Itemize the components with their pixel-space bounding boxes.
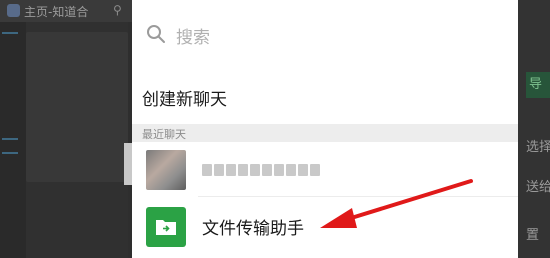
new-chat-label: 创建新聊天 [142,90,227,110]
contact-name: 文件传输助手 [202,219,304,239]
share-picker-panel: 搜索 创建新聊天 最近聊天 文件传输助手 [132,0,518,258]
recent-chats-label: 最近聊天 [142,128,186,141]
background-strip [0,22,26,258]
background-line [2,138,18,140]
search-placeholder: 搜索 [176,28,210,48]
link-icon: ⚲ [113,3,122,17]
list-item[interactable]: 文件传输助手 [132,196,518,258]
blurred-avatar [146,150,186,190]
new-chat-button[interactable]: 创建新聊天 [132,68,518,124]
background-home-tab: 主页-知道合 [24,5,89,19]
folder-icon [156,220,176,235]
background-button: 导 [526,72,550,98]
background-text: 送给 [526,180,550,195]
file-transfer-avatar [146,207,186,247]
search-icon [147,25,165,43]
background-text: 选择 [526,140,550,155]
search-bar[interactable]: 搜索 [132,0,518,68]
background-line [2,152,18,154]
recent-chats-header: 最近聊天 [132,124,518,142]
background-left-pane [0,22,128,258]
blurred-contact-name [202,161,354,176]
list-item[interactable] [132,142,518,198]
background-text: 置 [526,228,540,243]
home-icon [7,4,20,17]
background-right-pane: 导 选择 送给 置 [518,0,550,258]
background-sidebar [26,32,128,182]
background-line [2,32,18,34]
